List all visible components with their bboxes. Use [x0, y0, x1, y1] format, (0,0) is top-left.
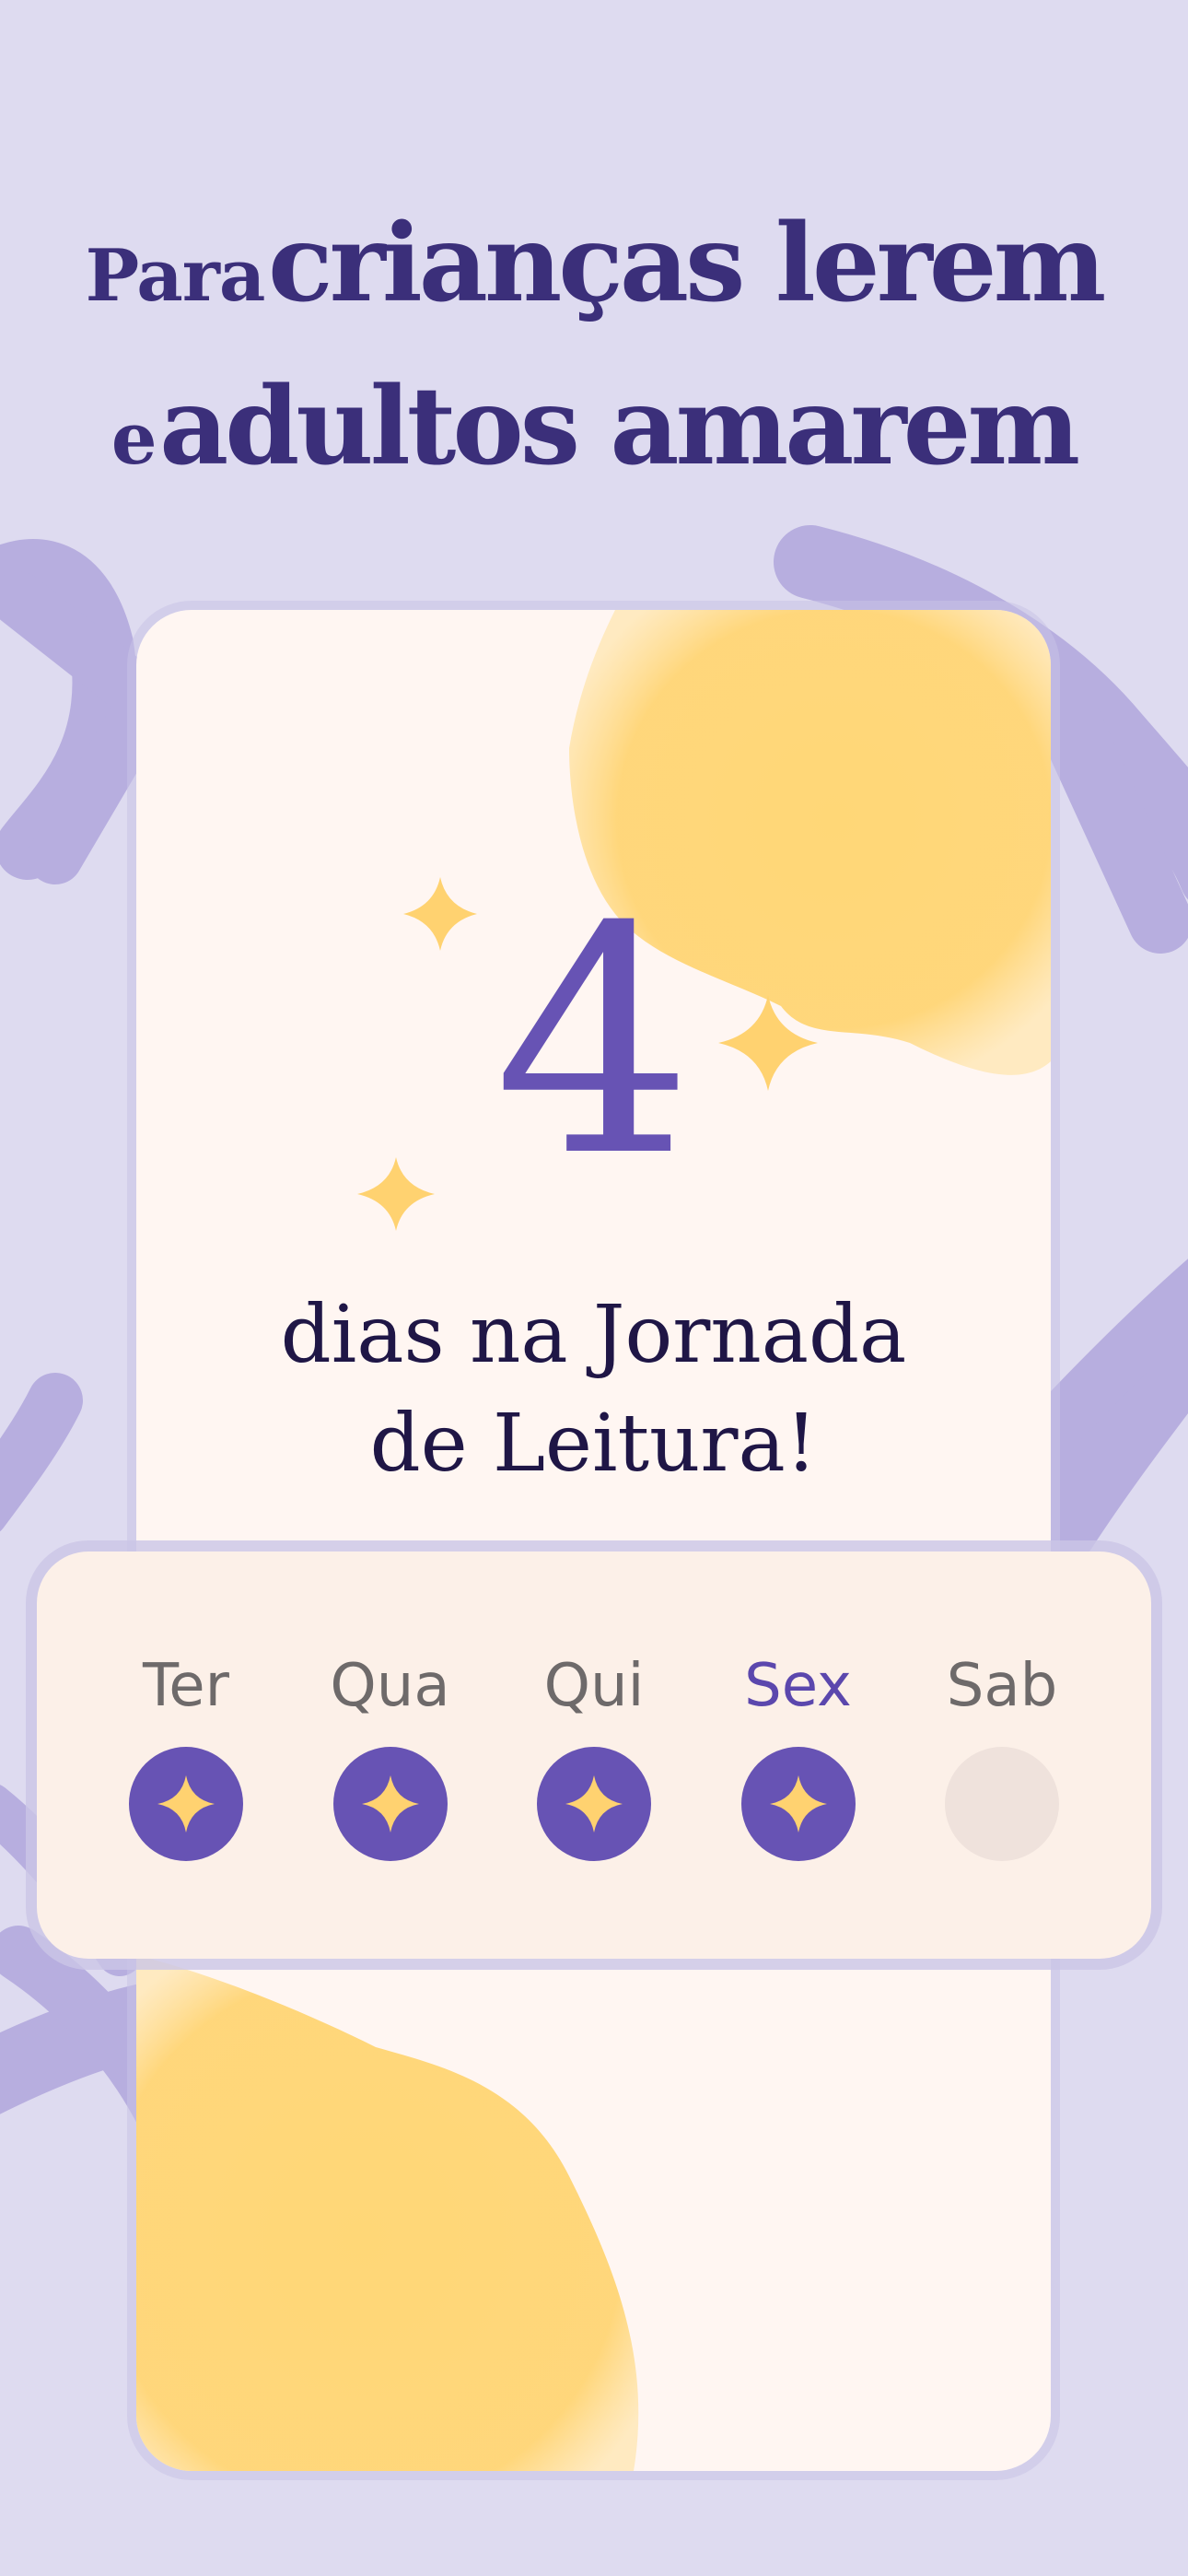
streak-count: 4 [494, 861, 693, 1225]
headline-big-text: crianças lerem [267, 201, 1106, 326]
streak-caption-line-1: dias na Jornada [280, 1289, 907, 1381]
sparkle-icon [361, 1775, 419, 1832]
sparkle-icon [157, 1775, 215, 1832]
streak-caption-line-2: de Leitura! [369, 1398, 818, 1490]
day-thursday: Qui [537, 1551, 651, 1959]
day-completed-badge [129, 1747, 243, 1861]
day-wednesday: Qua [330, 1551, 450, 1959]
headline: Para crianças lerem e adultos amarem [0, 198, 1188, 524]
day-label: Qua [330, 1652, 450, 1720]
day-completed-badge [740, 1747, 856, 1861]
sparkle-icon [769, 1775, 827, 1832]
headline-small-word: e [111, 397, 157, 481]
streak-caption: dias na Jornada de Leitura! [136, 1281, 1051, 1498]
day-empty-badge [945, 1747, 1059, 1861]
headline-big-text: adultos amarem [159, 364, 1080, 489]
sparkle-icon [565, 1775, 623, 1832]
day-label: Sab [946, 1652, 1058, 1720]
day-completed-badge [332, 1747, 448, 1861]
day-friday: Sex [740, 1551, 856, 1959]
day-label: Qui [543, 1652, 645, 1720]
day-completed-badge [537, 1747, 651, 1861]
headline-small-word: Para [85, 234, 266, 318]
headline-line-2: e adultos amarem [0, 361, 1188, 524]
day-label: Ter [143, 1652, 229, 1720]
headline-line-1: Para crianças lerem [0, 198, 1188, 361]
day-saturday: Sab [945, 1551, 1059, 1959]
day-label-current: Sex [744, 1652, 852, 1720]
day-tuesday: Ter [129, 1551, 243, 1959]
streak-card: 4 dias na Jornada de Leitura! [136, 610, 1051, 2471]
week-progress-card: Ter Qua Qui Sex Sab [37, 1551, 1151, 1959]
